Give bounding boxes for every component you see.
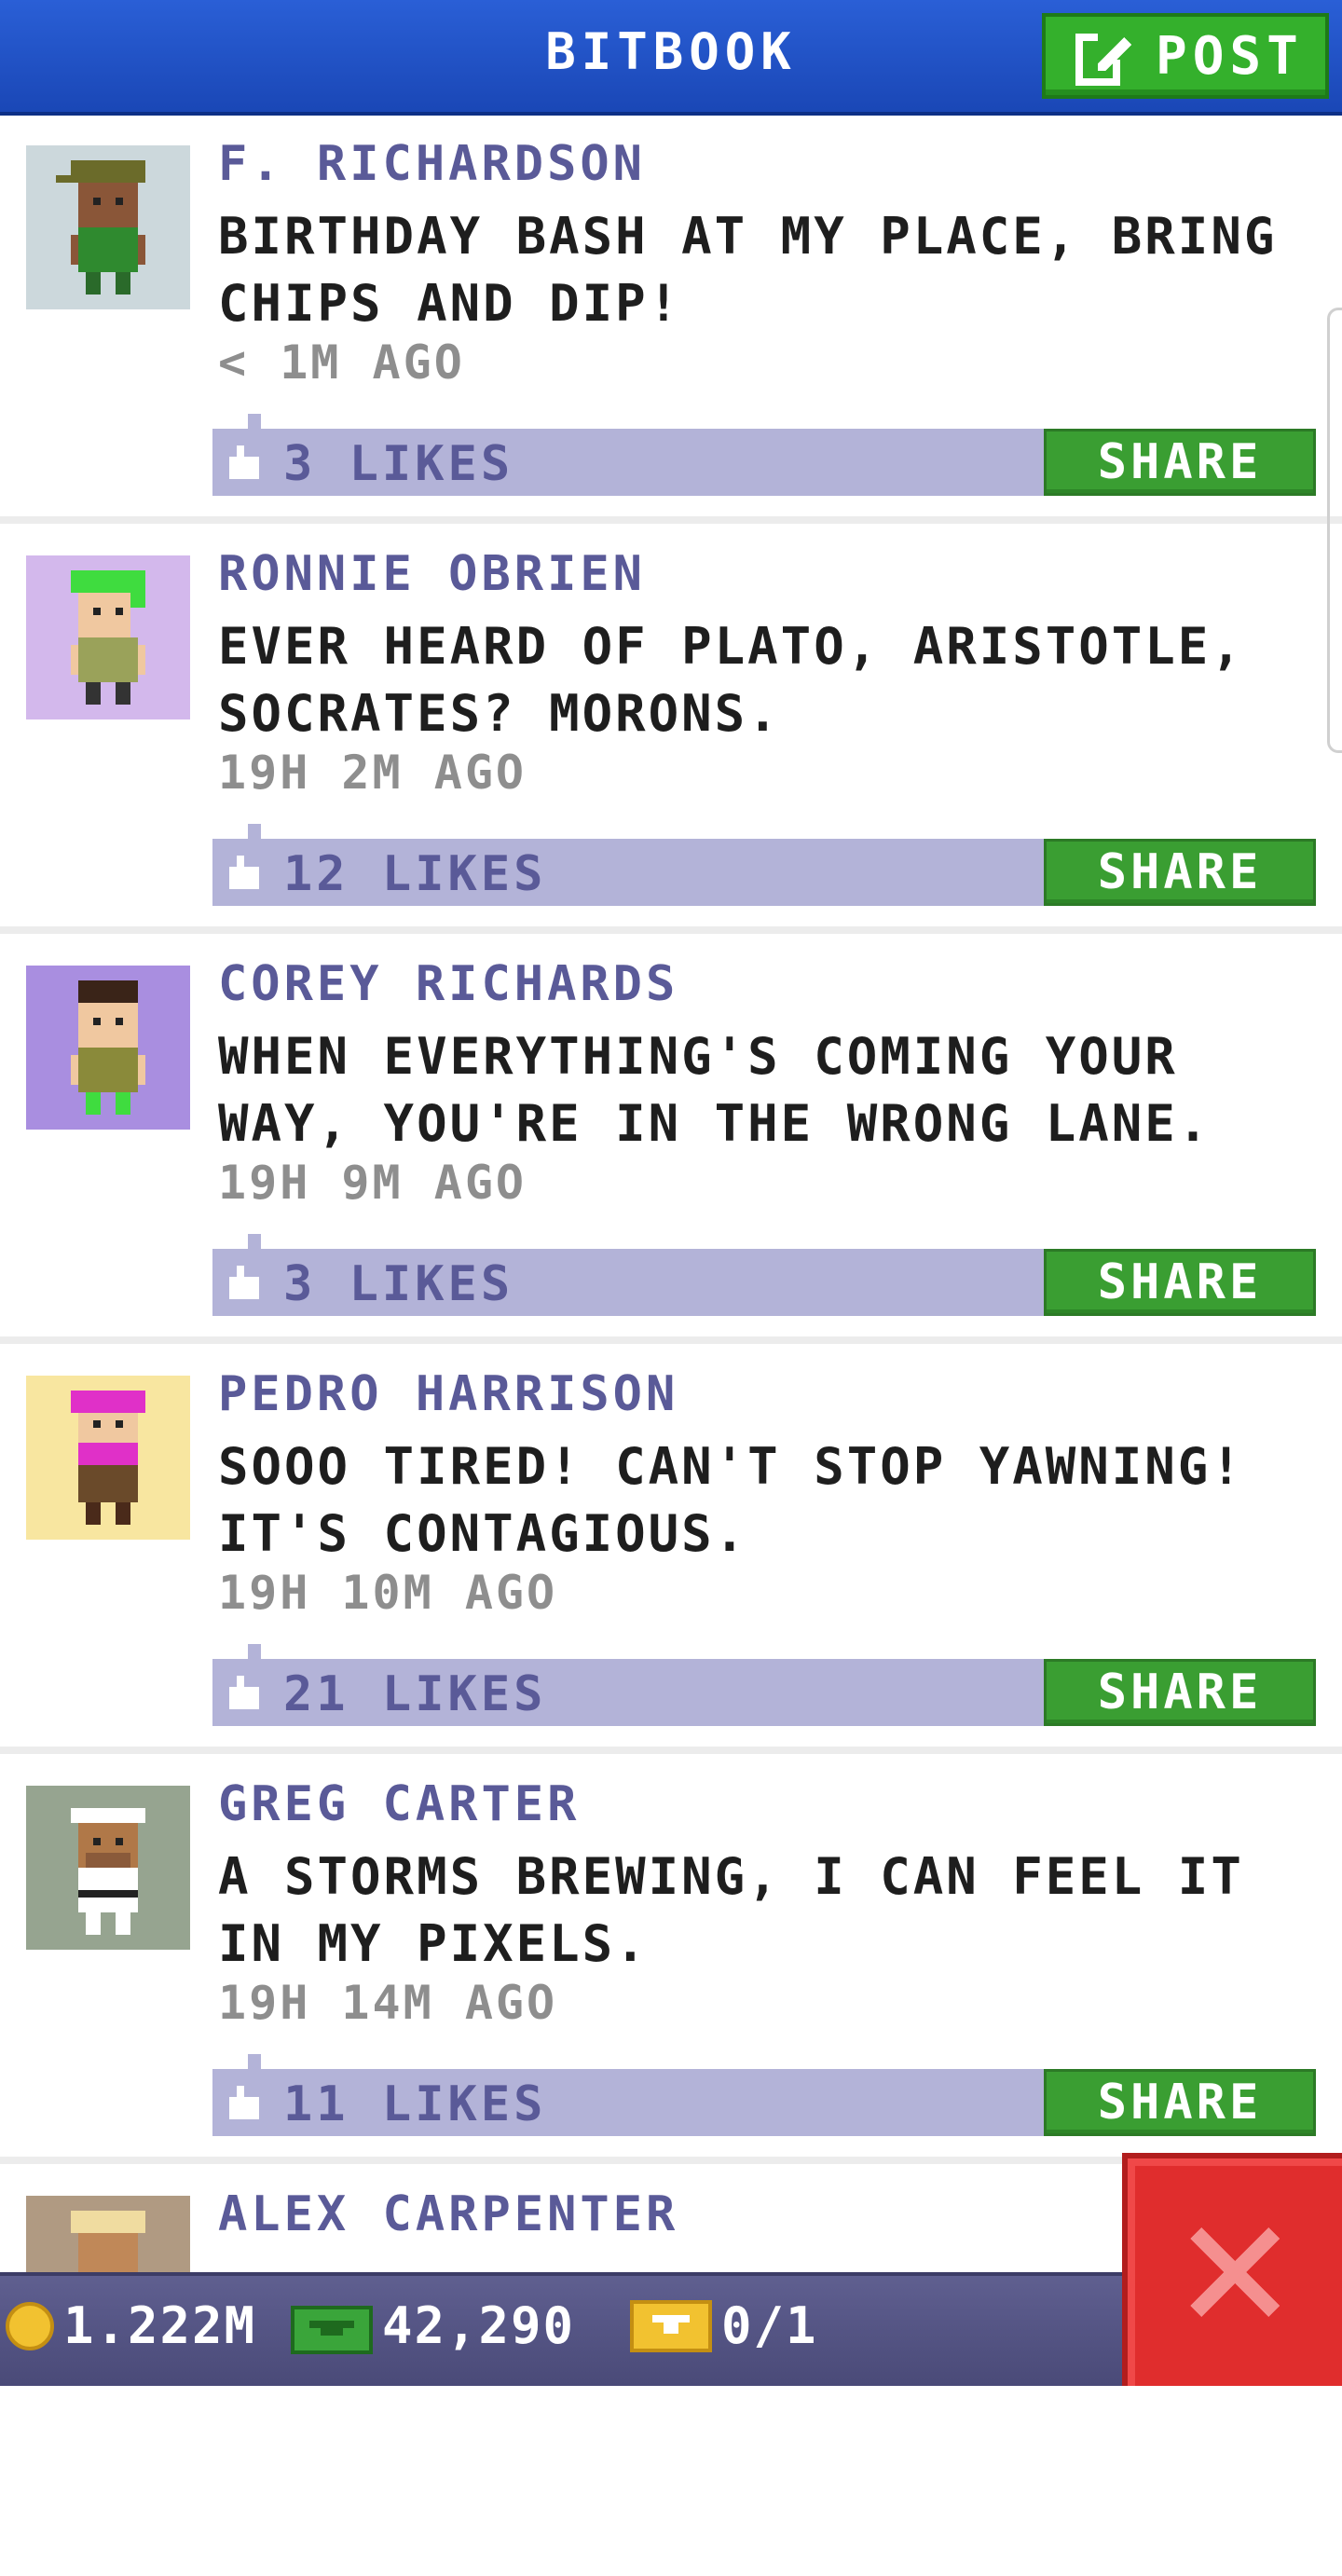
close-button[interactable] (1122, 2153, 1342, 2386)
likes-count: 21 LIKES (283, 1666, 547, 1722)
post-message: SOOO TIRED! CAN'T STOP YAWNING! IT'S CON… (218, 1437, 1244, 1563)
thumbs-up-icon[interactable] (226, 1676, 263, 1709)
bux-value: 42,290 (382, 2296, 576, 2355)
post-item: COREY RICHARDS WHEN EVERYTHING'S COMING … (0, 936, 1342, 1346)
scroll-indicator[interactable] (1327, 308, 1342, 753)
post-message: BIRTHDAY BASH AT MY PLACE, BRING CHIPS A… (218, 207, 1278, 333)
post-divider (0, 1747, 1342, 1754)
top-bar: BITBOOK POST (0, 0, 1342, 116)
share-button[interactable]: SHARE (1044, 2069, 1316, 2136)
tickets-value: 0/1 (721, 2296, 818, 2355)
likes-count: 3 LIKES (283, 1256, 514, 1312)
avatar-character-icon (71, 570, 145, 705)
post-divider (0, 926, 1342, 934)
coins-stat: 1.222M (6, 2296, 256, 2355)
edit-icon (1075, 34, 1131, 86)
avatar[interactable] (26, 1786, 190, 1950)
close-icon (1190, 2227, 1280, 2317)
post-message: EVER HEARD OF PLATO, ARISTOTLE, SOCRATES… (218, 617, 1244, 743)
likes-bar: 11 LIKES SHARE (212, 2054, 1316, 2136)
likes-count: 3 LIKES (283, 436, 514, 492)
post-timestamp: 19H 9M AGO (218, 1156, 527, 1210)
post-message: WHEN EVERYTHING'S COMING YOUR WAY, YOU'R… (218, 1027, 1212, 1153)
avatar-character-icon (71, 1391, 145, 1525)
avatar[interactable] (26, 555, 190, 719)
thumbs-up-icon[interactable] (226, 445, 263, 479)
ticket-icon (630, 2299, 712, 2352)
post-timestamp: 19H 10M AGO (218, 1566, 558, 1620)
thumbs-up-icon[interactable] (226, 1266, 263, 1299)
post-author[interactable]: RONNIE OBRIEN (218, 546, 646, 602)
post-divider (0, 516, 1342, 524)
tickets-stat: 0/1 (630, 2296, 818, 2355)
thumbs-up-icon[interactable] (226, 2086, 263, 2119)
post-author[interactable]: GREG CARTER (218, 1776, 580, 1832)
avatar[interactable] (26, 1376, 190, 1540)
likes-bar: 12 LIKES SHARE (212, 824, 1316, 906)
post-timestamp: 19H 14M AGO (218, 1976, 558, 2030)
post-timestamp: < 1M AGO (218, 336, 465, 390)
post-button[interactable]: POST (1042, 13, 1329, 99)
likes-bar: 3 LIKES SHARE (212, 414, 1316, 496)
post-item: RONNIE OBRIEN EVER HEARD OF PLATO, ARIST… (0, 526, 1342, 936)
post-button-label: POST (1156, 25, 1304, 87)
post-item: GREG CARTER A STORMS BREWING, I CAN FEEL… (0, 1756, 1342, 2166)
bux-icon (291, 2305, 373, 2354)
share-button[interactable]: SHARE (1044, 1249, 1316, 1316)
avatar-character-icon (71, 1808, 145, 1935)
share-button[interactable]: SHARE (1044, 839, 1316, 906)
likes-bar: 21 LIKES SHARE (212, 1644, 1316, 1726)
post-author[interactable]: PEDRO HARRISON (218, 1366, 678, 1422)
post-divider (0, 1336, 1342, 1344)
post-author[interactable]: COREY RICHARDS (218, 956, 678, 1012)
post-author[interactable]: ALEX CARPENTER (218, 2186, 678, 2242)
post-message: A STORMS BREWING, I CAN FEEL IT IN MY PI… (218, 1847, 1244, 1973)
avatar-character-icon (71, 980, 145, 1115)
likes-bar: 3 LIKES SHARE (212, 1234, 1316, 1316)
coins-value: 1.222M (63, 2296, 257, 2355)
avatar[interactable] (26, 966, 190, 1130)
avatar-character-icon (56, 160, 145, 295)
bux-stat: 42,290 (291, 2296, 575, 2355)
likes-count: 12 LIKES (283, 846, 547, 902)
post-author[interactable]: F. RICHARDSON (218, 136, 646, 192)
thumbs-up-icon[interactable] (226, 856, 263, 889)
avatar[interactable] (26, 145, 190, 309)
share-button[interactable]: SHARE (1044, 429, 1316, 496)
post-timestamp: 19H 2M AGO (218, 746, 527, 800)
post-item: F. RICHARDSON BIRTHDAY BASH AT MY PLACE,… (0, 116, 1342, 526)
post-item: PEDRO HARRISON SOOO TIRED! CAN'T STOP YA… (0, 1346, 1342, 1756)
coin-icon (6, 2301, 54, 2350)
likes-count: 11 LIKES (283, 2076, 547, 2132)
share-button[interactable]: SHARE (1044, 1659, 1316, 1726)
